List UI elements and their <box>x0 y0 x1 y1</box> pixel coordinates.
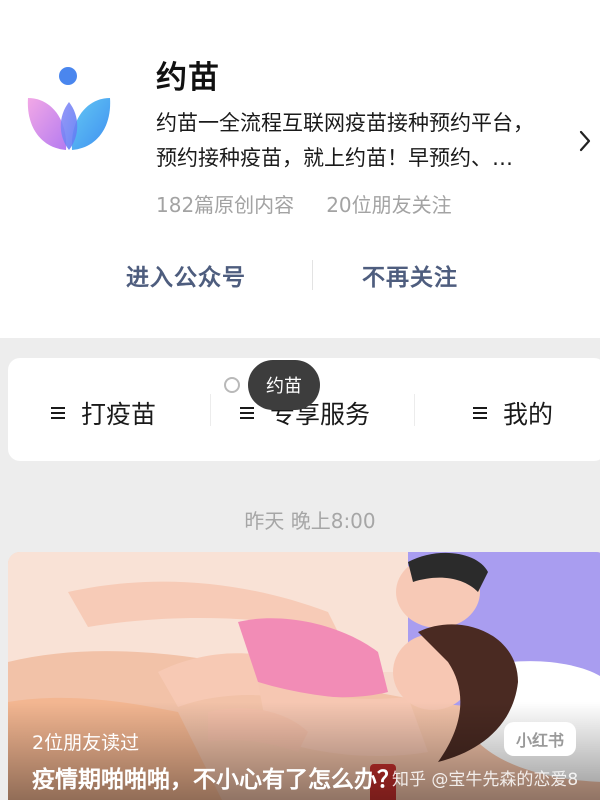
friends-following-count[interactable]: 20位朋友关注 <box>326 193 451 217</box>
menu-divider <box>210 394 211 426</box>
wechat-account-page: 约苗 约苗一全流程互联网疫苗接种预约平台， 预约接种疫苗，就上约苗！早预约、… … <box>0 0 600 800</box>
account-tooltip: 约苗 <box>248 360 320 410</box>
menu-item-vaccinate[interactable]: 打疫苗 <box>51 395 156 431</box>
watermark-text: 知乎 @宝牛先森的恋爱8 <box>392 770 579 790</box>
article-title[interactable]: 疫情期啪啪啪，不小心有了怎么办？ <box>32 760 400 794</box>
hamburger-icon <box>240 407 254 419</box>
menu-item-mine[interactable]: 我的 <box>473 395 553 431</box>
description-line-1: 约苗一全流程互联网疫苗接种预约平台， <box>156 111 534 135</box>
action-divider <box>312 260 313 290</box>
menu-divider <box>414 394 415 426</box>
original-content-count: 182篇原创内容 <box>156 193 295 217</box>
source-badge: 小红书 <box>504 722 576 756</box>
account-description[interactable]: 约苗一全流程互联网疫苗接种预约平台， 预约接种疫苗，就上约苗！早预约、… <box>156 106 566 176</box>
description-line-2: 预约接种疫苗，就上约苗！早预约、… <box>156 146 513 170</box>
account-profile-card: 约苗 约苗一全流程互联网疫苗接种预约平台， 预约接种疫苗，就上约苗！早预约、… … <box>0 0 600 338</box>
menu-item-label: 打疫苗 <box>81 400 157 429</box>
indicator-dot <box>224 377 240 393</box>
friends-read-count: 2位朋友读过 <box>32 732 140 754</box>
message-timestamp: 昨天 晚上8:00 <box>244 509 376 533</box>
unfollow-button[interactable]: 不再关注 <box>362 258 458 292</box>
account-name: 约苗 <box>156 60 220 96</box>
hamburger-icon <box>473 407 487 419</box>
article-card[interactable]: 2位朋友读过 小红书 疫情期啪啪啪，不小心有了怎么办？ 知乎 @宝牛先森的恋爱8 <box>8 552 600 800</box>
enter-account-button[interactable]: 进入公众号 <box>126 258 246 292</box>
account-stats: 182篇原创内容 20位朋友关注 <box>156 189 452 218</box>
chevron-right-icon[interactable] <box>578 128 594 154</box>
petal-logo-icon <box>27 67 111 150</box>
menu-item-label: 我的 <box>503 400 554 429</box>
hamburger-icon <box>51 407 65 419</box>
